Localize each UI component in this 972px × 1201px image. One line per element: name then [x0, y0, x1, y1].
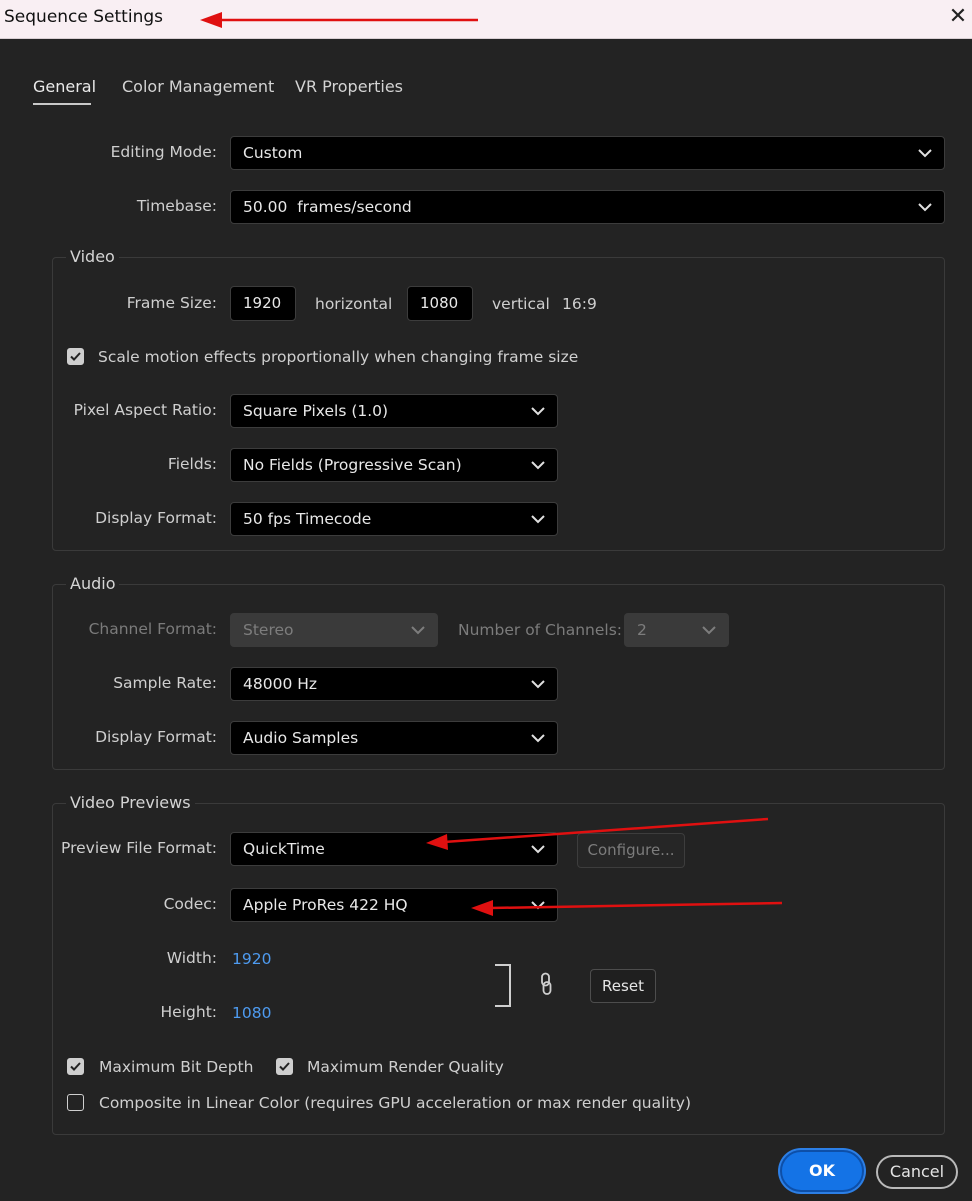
window-title: Sequence Settings — [4, 7, 163, 27]
preview-file-format-label: Preview File Format: — [61, 839, 217, 857]
preview-height-value[interactable]: 1080 — [232, 1004, 271, 1022]
fields-label: Fields: — [167, 455, 217, 473]
sample-rate-dropdown[interactable]: 48000 Hz — [230, 667, 558, 701]
chevron-down-icon — [411, 626, 425, 635]
chevron-down-icon — [918, 203, 932, 212]
max-bit-depth-checkbox[interactable] — [67, 1058, 84, 1075]
video-previews-group-title: Video Previews — [66, 793, 195, 812]
configure-button[interactable]: Configure... — [577, 833, 685, 868]
link-chain-icon[interactable] — [538, 972, 554, 996]
max-render-quality-checkbox[interactable] — [276, 1058, 293, 1075]
pixel-aspect-label: Pixel Aspect Ratio: — [73, 401, 217, 419]
timebase-dropdown[interactable]: 50.00 frames/second — [230, 190, 945, 224]
timebase-value: 50.00 frames/second — [243, 198, 412, 216]
chevron-down-icon — [531, 407, 545, 416]
codec-label: Codec: — [163, 895, 217, 913]
chevron-down-icon — [531, 734, 545, 743]
channel-format-label: Channel Format: — [88, 620, 217, 638]
scale-motion-label: Scale motion effects proportionally when… — [98, 348, 579, 366]
preview-file-format-dropdown[interactable]: QuickTime — [230, 832, 558, 866]
editing-mode-dropdown[interactable]: Custom — [230, 136, 945, 170]
tab-color-management[interactable]: Color Management — [122, 77, 274, 96]
preview-width-label: Width: — [166, 949, 217, 967]
horizontal-label: horizontal — [315, 295, 393, 313]
num-channels-value: 2 — [637, 621, 647, 639]
pixel-aspect-dropdown[interactable]: Square Pixels (1.0) — [230, 394, 558, 428]
bracket-icon — [495, 964, 511, 1007]
max-bit-depth-label: Maximum Bit Depth — [99, 1058, 254, 1076]
ok-button[interactable]: OK — [780, 1150, 864, 1192]
channel-format-value: Stereo — [243, 621, 294, 639]
close-icon[interactable]: ✕ — [944, 3, 972, 31]
chevron-down-icon — [531, 901, 545, 910]
frame-size-label: Frame Size: — [126, 294, 217, 312]
vertical-label: vertical — [492, 295, 550, 313]
aspect-ratio-value: 16:9 — [562, 295, 597, 313]
editing-mode-label: Editing Mode: — [110, 143, 217, 161]
editing-mode-value: Custom — [243, 144, 303, 162]
sample-rate-value: 48000 Hz — [243, 675, 318, 693]
audio-display-format-value: Audio Samples — [243, 729, 359, 747]
audio-display-format-label: Display Format: — [95, 728, 217, 746]
chevron-down-icon — [918, 149, 932, 158]
tab-vr-properties[interactable]: VR Properties — [295, 77, 403, 96]
chevron-down-icon — [702, 626, 716, 635]
preview-width-value[interactable]: 1920 — [232, 950, 271, 968]
chevron-down-icon — [531, 515, 545, 524]
video-group-title: Video — [66, 247, 119, 266]
pixel-aspect-value: Square Pixels (1.0) — [243, 402, 389, 420]
preview-height-label: Height: — [160, 1003, 217, 1021]
channel-format-dropdown: Stereo — [230, 613, 438, 647]
timebase-label: Timebase: — [136, 197, 217, 215]
max-render-quality-label: Maximum Render Quality — [307, 1058, 504, 1076]
cancel-button[interactable]: Cancel — [876, 1155, 958, 1189]
codec-dropdown[interactable]: Apple ProRes 422 HQ — [230, 888, 558, 922]
num-channels-dropdown: 2 — [624, 613, 729, 647]
reset-button[interactable]: Reset — [590, 969, 656, 1003]
frame-height-input[interactable]: 1080 — [407, 286, 473, 321]
video-display-format-label: Display Format: — [95, 509, 217, 527]
chevron-down-icon — [531, 461, 545, 470]
check-icon — [70, 352, 81, 361]
fields-value: No Fields (Progressive Scan) — [243, 456, 462, 474]
linear-color-label: Composite in Linear Color (requires GPU … — [99, 1094, 692, 1112]
check-icon — [70, 1062, 81, 1071]
video-display-format-value: 50 fps Timecode — [243, 510, 372, 528]
preview-file-format-value: QuickTime — [243, 840, 325, 858]
codec-value: Apple ProRes 422 HQ — [243, 896, 408, 914]
sample-rate-label: Sample Rate: — [113, 674, 217, 692]
chevron-down-icon — [531, 680, 545, 689]
num-channels-label: Number of Channels: — [458, 621, 622, 639]
active-tab-indicator — [33, 103, 91, 105]
linear-color-checkbox[interactable] — [67, 1094, 84, 1111]
title-bar: Sequence Settings ✕ — [0, 0, 972, 39]
check-icon — [279, 1062, 290, 1071]
scale-motion-checkbox[interactable] — [67, 348, 84, 365]
audio-group-title: Audio — [66, 574, 120, 593]
chevron-down-icon — [531, 845, 545, 854]
fields-dropdown[interactable]: No Fields (Progressive Scan) — [230, 448, 558, 482]
tab-general[interactable]: General — [33, 77, 96, 96]
frame-width-input[interactable]: 1920 — [230, 286, 296, 321]
audio-display-format-dropdown[interactable]: Audio Samples — [230, 721, 558, 755]
video-display-format-dropdown[interactable]: 50 fps Timecode — [230, 502, 558, 536]
